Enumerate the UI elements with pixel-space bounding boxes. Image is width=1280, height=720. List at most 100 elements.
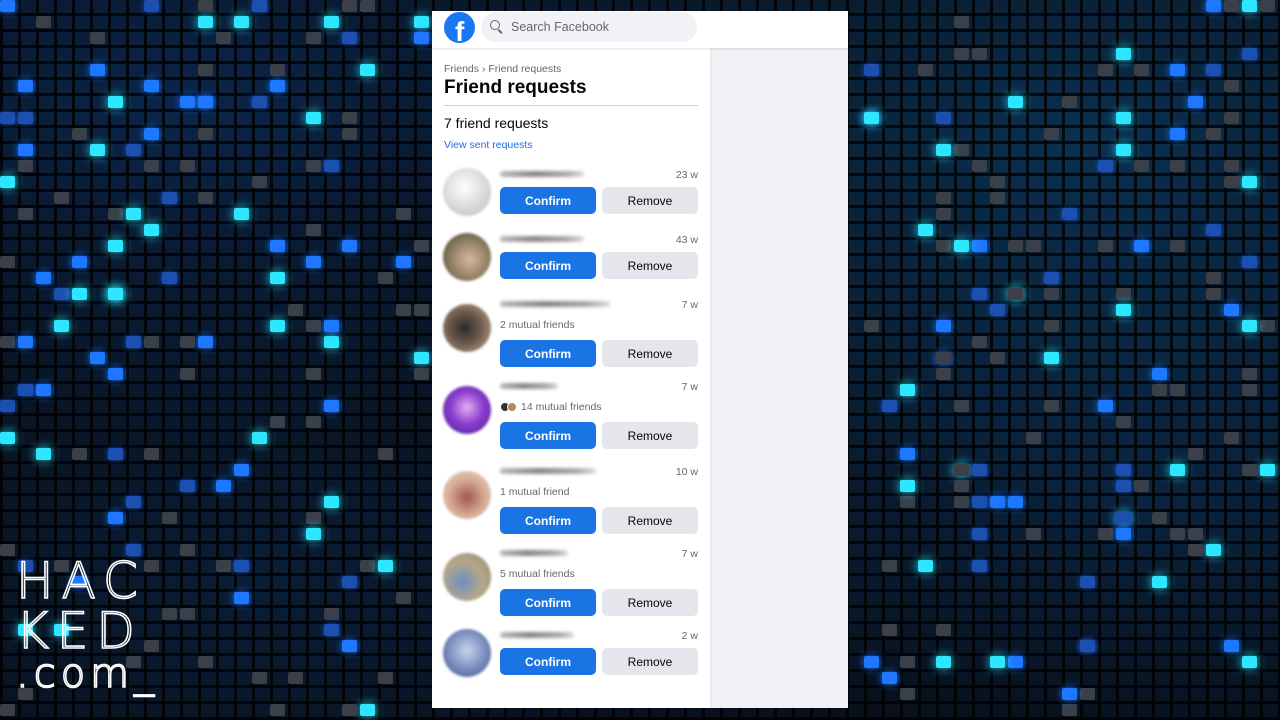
confirm-button[interactable]: Confirm: [500, 589, 596, 616]
remove-button[interactable]: Remove: [602, 422, 698, 449]
requester-avatar[interactable]: [443, 386, 491, 434]
grid-cell: [972, 48, 987, 60]
grid-cell: [936, 656, 951, 668]
grid-cell: [1242, 384, 1257, 396]
grid-cell: [972, 496, 987, 508]
grid-cell: [342, 112, 357, 124]
confirm-button[interactable]: Confirm: [500, 252, 596, 279]
remove-button[interactable]: Remove: [602, 589, 698, 616]
grid-cell: [1152, 384, 1167, 396]
grid-cell: [180, 608, 195, 620]
grid-cell: [180, 480, 195, 492]
grid-cell: [216, 480, 231, 492]
facebook-logo-icon[interactable]: f: [444, 12, 475, 43]
grid-cell: [54, 320, 69, 332]
grid-cell: [1044, 320, 1059, 332]
confirm-button[interactable]: Confirm: [500, 187, 596, 214]
request-time: 10 w: [675, 466, 698, 478]
search-input[interactable]: [509, 19, 693, 35]
grid-cell: [0, 432, 15, 444]
grid-cell: [360, 560, 375, 572]
grid-cell: [1134, 480, 1149, 492]
grid-cell: [360, 64, 375, 76]
remove-button[interactable]: Remove: [602, 340, 698, 367]
grid-cell: [1116, 528, 1131, 540]
remove-button[interactable]: Remove: [602, 648, 698, 675]
grid-cell: [270, 80, 285, 92]
watermark-line-3: .com_: [15, 651, 160, 697]
grid-cell: [936, 368, 951, 380]
requester-avatar[interactable]: [443, 471, 491, 519]
view-sent-requests-link[interactable]: View sent requests: [444, 139, 533, 151]
requester-avatar[interactable]: [443, 168, 491, 216]
grid-cell: [990, 496, 1005, 508]
grid-cell: [1026, 240, 1041, 252]
watermark-line-1: HAC: [15, 552, 146, 610]
grid-cell: [900, 688, 915, 700]
grid-cell: [990, 304, 1005, 316]
requester-name-blurred[interactable]: [500, 301, 610, 307]
grid-cell: [162, 192, 177, 204]
requester-avatar[interactable]: [443, 233, 491, 281]
grid-cell: [90, 352, 105, 364]
grid-cell: [1152, 512, 1167, 524]
grid-cell: [936, 112, 951, 124]
requester-name-blurred[interactable]: [500, 632, 574, 638]
requester-name-blurred[interactable]: [500, 171, 584, 177]
grid-cell: [1170, 464, 1185, 476]
grid-cell: [144, 448, 159, 460]
grid-cell: [342, 240, 357, 252]
grid-cell: [1206, 544, 1221, 556]
grid-cell: [36, 448, 51, 460]
grid-cell: [342, 32, 357, 44]
grid-cell: [1224, 160, 1239, 172]
requester-avatar[interactable]: [443, 629, 491, 677]
grid-cell: [1080, 640, 1095, 652]
grid-cell: [972, 288, 987, 300]
requester-name-blurred[interactable]: [500, 468, 596, 474]
grid-cell: [1116, 288, 1131, 300]
request-time: 7 w: [681, 381, 698, 393]
confirm-button[interactable]: Confirm: [500, 507, 596, 534]
remove-button[interactable]: Remove: [602, 252, 698, 279]
search-box[interactable]: [481, 12, 697, 42]
grid-cell: [1242, 464, 1257, 476]
grid-cell: [972, 560, 987, 572]
confirm-button[interactable]: Confirm: [500, 340, 596, 367]
grid-cell: [288, 304, 303, 316]
grid-cell: [306, 528, 321, 540]
grid-cell: [288, 672, 303, 684]
mutual-friends: 1 mutual friend: [500, 486, 569, 498]
grid-cell: [1116, 480, 1131, 492]
grid-cell: [918, 64, 933, 76]
grid-cell: [126, 208, 141, 220]
requester-name-blurred[interactable]: [500, 383, 558, 389]
breadcrumb-friends[interactable]: Friends: [444, 63, 479, 75]
remove-button[interactable]: Remove: [602, 507, 698, 534]
grid-cell: [0, 336, 15, 348]
requester-name-blurred[interactable]: [500, 236, 584, 242]
grid-cell: [1206, 128, 1221, 140]
remove-button[interactable]: Remove: [602, 187, 698, 214]
breadcrumb-separator: ›: [481, 63, 486, 75]
grid-cell: [1242, 320, 1257, 332]
breadcrumb-friend-requests[interactable]: Friend requests: [488, 63, 561, 75]
grid-cell: [1080, 688, 1095, 700]
requester-avatar[interactable]: [443, 553, 491, 601]
page-title: Friend requests: [444, 77, 587, 98]
grid-cell: [72, 128, 87, 140]
grid-cell: [1098, 400, 1113, 412]
requester-avatar[interactable]: [443, 304, 491, 352]
requester-name-blurred[interactable]: [500, 550, 568, 556]
grid-cell: [324, 608, 339, 620]
grid-cell: [252, 432, 267, 444]
grid-cell: [900, 496, 915, 508]
grid-cell: [1206, 224, 1221, 236]
confirm-button[interactable]: Confirm: [500, 422, 596, 449]
grid-cell: [180, 160, 195, 172]
grid-cell: [1134, 240, 1149, 252]
grid-cell: [936, 208, 951, 220]
confirm-button[interactable]: Confirm: [500, 648, 596, 675]
grid-cell: [360, 704, 375, 716]
grid-cell: [1116, 464, 1131, 476]
